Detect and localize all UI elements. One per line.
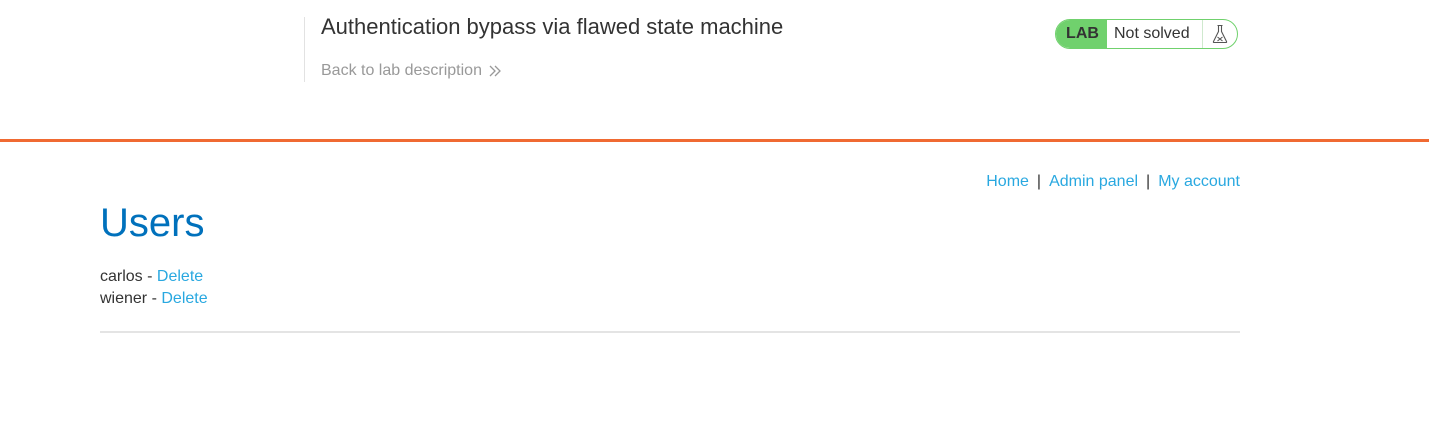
lab-title: Authentication bypass via flawed state m… xyxy=(321,14,784,39)
user-dash: - xyxy=(147,290,162,307)
user-name: wiener xyxy=(100,290,148,307)
nav-separator: | xyxy=(1036,173,1042,190)
admin-panel-link[interactable]: Admin panel xyxy=(1049,173,1138,190)
my-account-link[interactable]: My account xyxy=(1158,173,1240,190)
lab-title-block: Authentication bypass via flawed state m… xyxy=(304,14,784,82)
content-divider xyxy=(100,331,1240,333)
user-list: carlos - Delete wiener - Delete xyxy=(100,266,208,310)
delete-user-link[interactable]: Delete xyxy=(161,290,207,307)
home-link[interactable]: Home xyxy=(986,173,1029,190)
lab-status-text: Not solved xyxy=(1114,25,1190,42)
back-to-lab-description-link[interactable]: Back to lab description xyxy=(321,62,501,80)
user-name: carlos xyxy=(100,268,143,285)
lab-badge: LAB xyxy=(1056,20,1107,48)
delete-user-link[interactable]: Delete xyxy=(157,268,203,285)
flask-icon xyxy=(1202,20,1237,48)
nav-separator: | xyxy=(1146,173,1151,190)
page-title: Users xyxy=(100,201,205,245)
top-nav-links: Home | Admin panel | My account xyxy=(986,173,1240,191)
double-chevron-right-icon xyxy=(489,65,501,77)
lab-status-widget: LAB Not solved xyxy=(1055,19,1238,49)
user-dash: - xyxy=(142,268,157,285)
back-link-label: Back to lab description xyxy=(321,62,482,79)
list-item: carlos - Delete xyxy=(100,266,208,288)
lab-header: Authentication bypass via flawed state m… xyxy=(0,0,1429,142)
list-item: wiener - Delete xyxy=(100,288,208,310)
